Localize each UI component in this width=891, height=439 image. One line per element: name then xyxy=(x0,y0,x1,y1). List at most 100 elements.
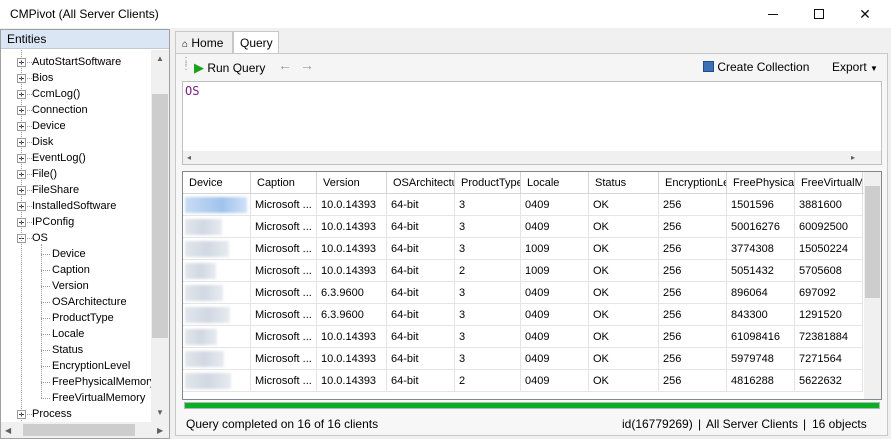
tree-child-item[interactable]: Status xyxy=(1,342,151,358)
table-cell[interactable]: 10.0.14393 xyxy=(317,216,387,238)
table-cell[interactable]: 256 xyxy=(659,326,727,348)
table-cell[interactable]: 0409 xyxy=(521,326,589,348)
table-cell[interactable]: OK xyxy=(589,260,659,282)
table-cell[interactable]: 3 xyxy=(455,304,521,326)
table-row[interactable]: Microsoft ... 6.3.9600 64-bit 3 0409 OK 256 843… xyxy=(183,304,867,326)
table-cell[interactable]: 10.0.14393 xyxy=(317,238,387,260)
scroll-down-icon[interactable]: ▼ xyxy=(151,408,169,417)
device-cell-redacted[interactable] xyxy=(183,370,251,392)
query-editor[interactable]: OS ◂ ▸ xyxy=(182,81,882,165)
table-cell[interactable]: 64-bit xyxy=(387,348,455,370)
device-cell-redacted[interactable] xyxy=(183,304,251,326)
scroll-thumb[interactable] xyxy=(23,424,135,436)
tree-child-item[interactable]: FreeVirtualMemory xyxy=(1,390,151,406)
table-cell[interactable]: 3 xyxy=(455,238,521,260)
table-cell[interactable]: Microsoft ... xyxy=(251,238,317,260)
table-cell[interactable]: 256 xyxy=(659,194,727,216)
table-cell[interactable]: 50016276 xyxy=(727,216,795,238)
table-cell[interactable]: Microsoft ... xyxy=(251,348,317,370)
table-cell[interactable]: 3774308 xyxy=(727,238,795,260)
table-cell[interactable]: 2 xyxy=(455,370,521,392)
table-cell[interactable]: OK xyxy=(589,238,659,260)
table-cell[interactable]: 256 xyxy=(659,304,727,326)
device-cell-redacted[interactable] xyxy=(183,282,251,304)
scroll-right-icon[interactable]: ▸ xyxy=(851,153,855,162)
tree-item[interactable]: Disk xyxy=(1,134,151,150)
table-cell[interactable]: 3 xyxy=(455,326,521,348)
editor-horizontal-scrollbar[interactable]: ◂ ▸ xyxy=(183,151,881,164)
results-vertical-scrollbar[interactable] xyxy=(864,172,881,399)
tree-child-item[interactable]: Locale xyxy=(1,326,151,342)
table-cell[interactable]: 5051432 xyxy=(727,260,795,282)
tree-item[interactable]: IPConfig xyxy=(1,214,151,230)
column-header[interactable]: Caption xyxy=(251,172,317,194)
table-cell[interactable]: 697092 xyxy=(795,282,863,304)
device-cell-redacted[interactable] xyxy=(183,260,251,282)
table-cell[interactable]: 256 xyxy=(659,260,727,282)
tree-child-item[interactable]: ProductType xyxy=(1,310,151,326)
scroll-thumb[interactable] xyxy=(865,186,880,298)
table-cell[interactable]: 72381884 xyxy=(795,326,863,348)
table-cell[interactable]: 3 xyxy=(455,194,521,216)
table-cell[interactable]: 5622632 xyxy=(795,370,863,392)
column-header[interactable]: FreeVirtualMemory xyxy=(795,172,863,194)
table-cell[interactable]: 64-bit xyxy=(387,194,455,216)
table-cell[interactable]: Microsoft ... xyxy=(251,282,317,304)
table-cell[interactable]: 1291520 xyxy=(795,304,863,326)
table-cell[interactable]: 10.0.14393 xyxy=(317,260,387,282)
table-cell[interactable]: 3 xyxy=(455,216,521,238)
scroll-thumb[interactable] xyxy=(152,94,168,338)
column-header[interactable]: Status xyxy=(589,172,659,194)
table-cell[interactable]: 10.0.14393 xyxy=(317,348,387,370)
tree-child-item[interactable]: Device xyxy=(1,246,151,262)
table-cell[interactable]: 0409 xyxy=(521,370,589,392)
tree-child-item[interactable]: Caption xyxy=(1,262,151,278)
table-cell[interactable]: OK xyxy=(589,194,659,216)
table-cell[interactable]: 256 xyxy=(659,282,727,304)
column-header[interactable]: EncryptionLevel xyxy=(659,172,727,194)
scroll-right-icon[interactable]: ▶ xyxy=(157,426,163,435)
table-cell[interactable]: OK xyxy=(589,348,659,370)
tree-item[interactable]: Bios xyxy=(1,70,151,86)
table-cell[interactable]: 256 xyxy=(659,216,727,238)
close-button[interactable]: ✕ xyxy=(843,0,887,28)
back-button[interactable]: ← xyxy=(278,57,292,73)
table-row[interactable]: Microsoft ... 10.0.14393 64-bit 2 1009 OK 256 5… xyxy=(183,260,867,282)
forward-button[interactable]: → xyxy=(300,57,314,73)
table-cell[interactable]: 0409 xyxy=(521,348,589,370)
table-cell[interactable]: OK xyxy=(589,216,659,238)
table-row[interactable]: Microsoft ... 10.0.14393 64-bit 3 0409 OK 256 1… xyxy=(183,194,867,216)
table-cell[interactable]: 4816288 xyxy=(727,370,795,392)
scroll-left-icon[interactable]: ◂ xyxy=(187,153,191,162)
tree-item[interactable]: CcmLog() xyxy=(1,86,151,102)
table-cell[interactable]: OK xyxy=(589,304,659,326)
device-cell-redacted[interactable] xyxy=(183,326,251,348)
tab-query[interactable]: Query xyxy=(233,31,279,54)
table-cell[interactable]: 3 xyxy=(455,282,521,304)
table-cell[interactable]: 6.3.9600 xyxy=(317,304,387,326)
table-cell[interactable]: 7271564 xyxy=(795,348,863,370)
table-cell[interactable]: 0409 xyxy=(521,304,589,326)
tree-item[interactable]: OS xyxy=(1,230,151,246)
column-header[interactable]: Device xyxy=(183,172,251,194)
table-cell[interactable]: 2 xyxy=(455,260,521,282)
table-row[interactable]: Microsoft ... 10.0.14393 64-bit 3 0409 OK 256 5… xyxy=(183,348,867,370)
table-cell[interactable]: 1009 xyxy=(521,238,589,260)
table-cell[interactable]: Microsoft ... xyxy=(251,194,317,216)
tree-item[interactable]: EventLog() xyxy=(1,150,151,166)
table-row[interactable]: Microsoft ... 6.3.9600 64-bit 3 0409 OK 256 896… xyxy=(183,282,867,304)
tree-item[interactable]: InstalledSoftware xyxy=(1,198,151,214)
minimize-button[interactable] xyxy=(751,0,795,28)
table-cell[interactable]: 1009 xyxy=(521,260,589,282)
table-cell[interactable]: 60092500 xyxy=(795,216,863,238)
column-header[interactable]: Locale xyxy=(521,172,589,194)
tree-item[interactable]: Connection xyxy=(1,102,151,118)
column-header[interactable]: ProductType xyxy=(455,172,521,194)
table-cell[interactable]: 10.0.14393 xyxy=(317,194,387,216)
tree-child-item[interactable]: EncryptionLevel xyxy=(1,358,151,374)
query-text[interactable]: OS xyxy=(185,84,199,98)
table-cell[interactable]: 0409 xyxy=(521,282,589,304)
table-cell[interactable]: 0409 xyxy=(521,194,589,216)
tab-home[interactable]: ⌂ Home xyxy=(175,31,233,53)
table-row[interactable]: Microsoft ... 10.0.14393 64-bit 3 0409 OK 256 6… xyxy=(183,326,867,348)
